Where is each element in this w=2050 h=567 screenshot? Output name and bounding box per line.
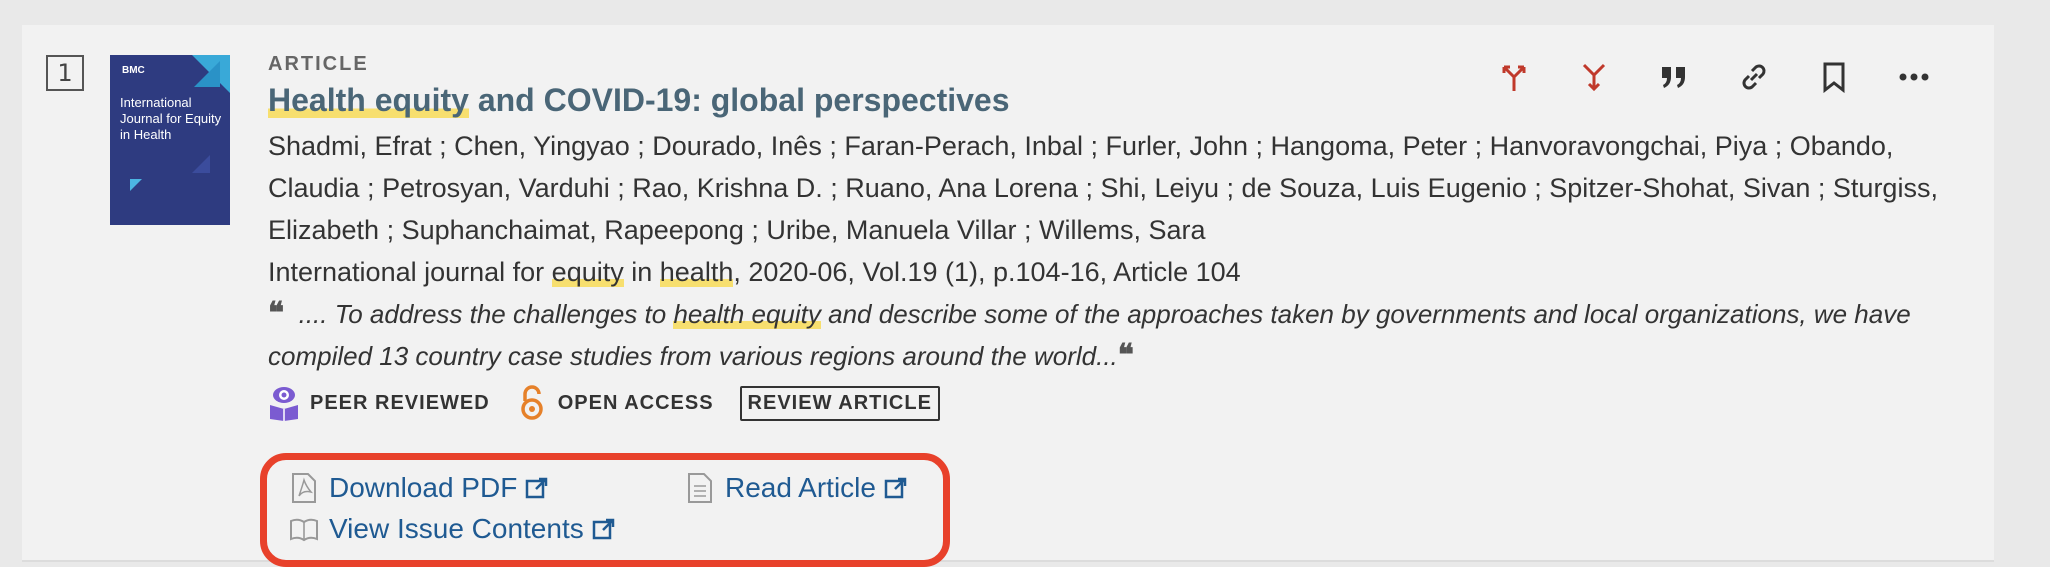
external-link-icon [592,518,614,540]
cover-decoration [130,179,142,191]
source-text: , 2020-06, Vol.19 (1), p.104-16, Article… [733,257,1241,287]
result-content: ARTICLE Health equity and COVID-19: glob… [268,53,1988,421]
snippet-text: .... To address the challenges to [298,299,674,329]
journal-cover-thumbnail[interactable]: BMC International Journal for Equity in … [110,55,230,225]
snippet-highlight: health equity [673,299,821,329]
pdf-file-icon [292,473,316,503]
open-book-icon [290,518,318,542]
cover-brand: BMC [122,65,145,76]
peer-reviewed-label: PEER REVIEWED [310,391,490,414]
document-icon [688,473,712,503]
review-article-badge: REVIEW ARTICLE [739,385,940,421]
quote-open-icon: ❝ [268,296,285,331]
title-text[interactable]: and COVID-19: global perspectives [469,82,1010,118]
peer-reviewed-badge: PEER REVIEWED [268,385,490,421]
result-actions-toolbar [1474,51,1954,103]
abstract-snippet: ❝ .... To address the challenges to heal… [268,293,1988,377]
permalink-icon [1742,64,1766,90]
open-access-badge: OPEN ACCESS [516,385,714,421]
citing-icon [1582,63,1606,92]
cover-journal-title: International Journal for Equity in Heal… [120,95,222,142]
more-icon [1899,73,1929,81]
cited-by-button[interactable] [1474,51,1554,103]
bookmark-button[interactable] [1794,51,1874,103]
permalink-button[interactable] [1714,51,1794,103]
cover-decoration [192,155,210,173]
bookmark-icon [1823,62,1845,93]
citing-button[interactable] [1554,51,1634,103]
cited-by-icon [1502,65,1526,91]
open-access-icon [520,385,543,420]
download-pdf-link[interactable]: Download PDF [289,472,549,504]
download-pdf-label[interactable]: Download PDF [329,472,517,504]
cover-decoration [194,61,220,87]
author-list: Shadmi, Efrat ; Chen, Yingyao ; Dourado,… [268,131,1938,245]
source-text: in [623,257,660,287]
view-issue-label[interactable]: View Issue Contents [329,513,584,545]
citation-icon [1662,67,1685,88]
source-citation: International journal for equity in heal… [268,251,1988,293]
source-highlight: health [659,257,734,287]
peer-reviewed-icon [270,387,298,421]
access-links-highlight-box: Download PDF Read Article View Issue Con [260,453,950,567]
view-issue-contents-link[interactable]: View Issue Contents [289,513,616,545]
external-link-icon [884,477,907,499]
source-text: International journal for [268,257,552,287]
more-actions-button[interactable] [1874,51,1954,103]
quote-close-icon: ❝ [1117,338,1134,373]
result-rank: 1 [46,55,84,91]
cite-button[interactable] [1634,51,1714,103]
external-link-icon [526,477,548,499]
read-article-label[interactable]: Read Article [725,472,876,504]
search-result-card: 1 BMC International Journal for Equity i… [22,25,1994,567]
open-access-label: OPEN ACCESS [557,391,714,414]
read-article-link[interactable]: Read Article [685,472,908,504]
source-highlight: equity [551,257,624,287]
title-highlight[interactable]: Health equity [268,82,469,118]
badges-row: PEER REVIEWED OPEN ACCESS REVIEW ARTICLE [268,385,1988,421]
